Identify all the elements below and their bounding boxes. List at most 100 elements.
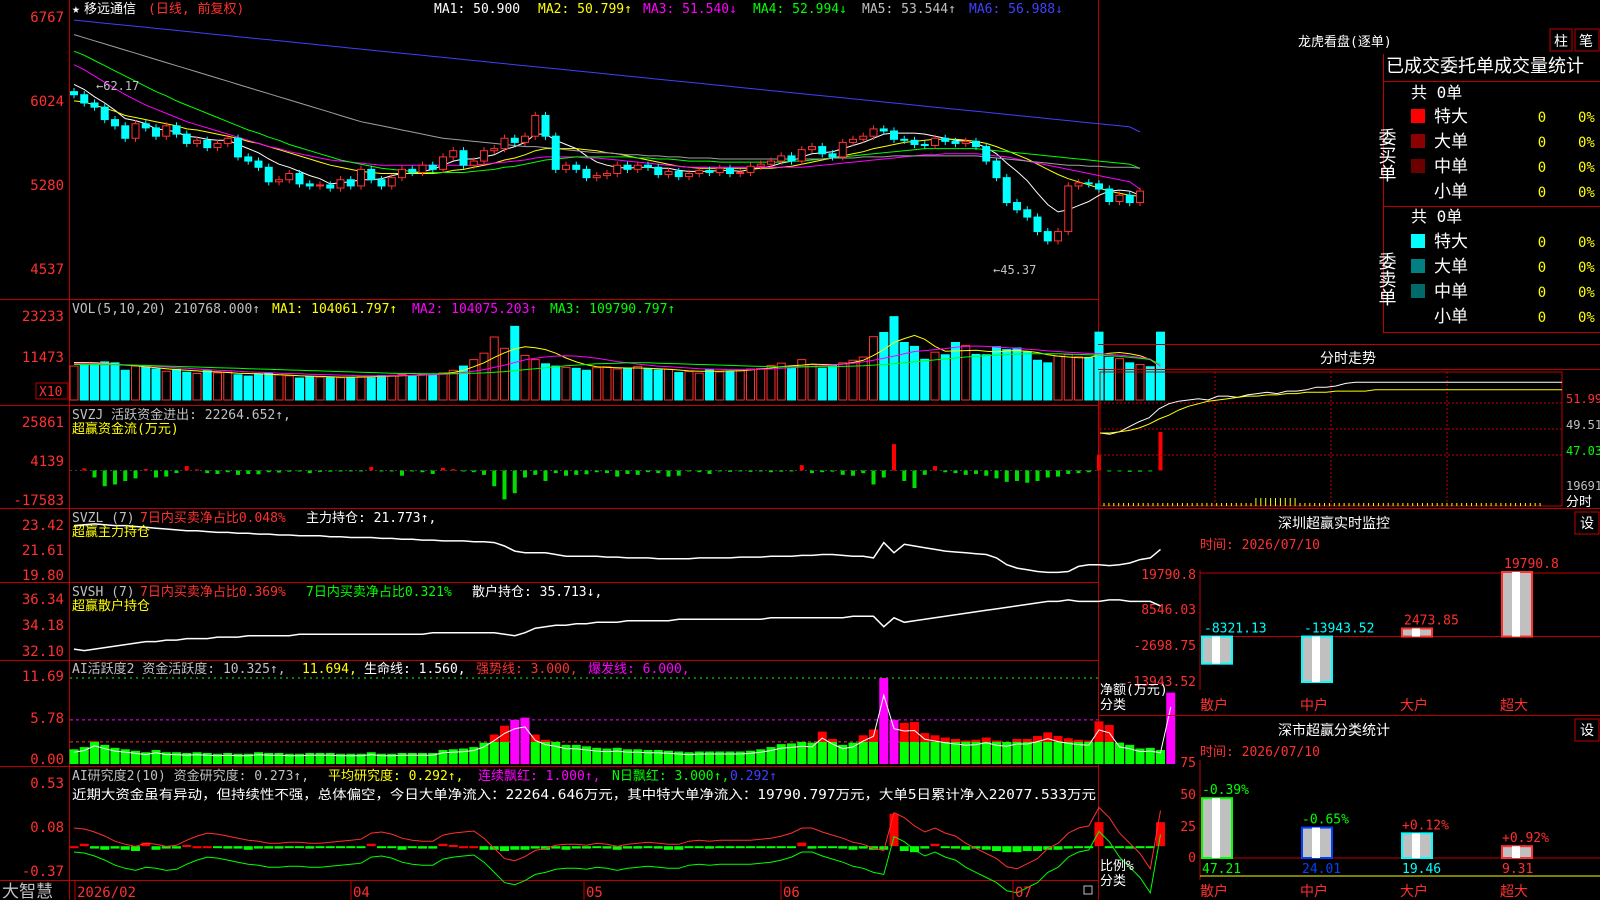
candle-up — [521, 135, 529, 143]
activity-bar — [346, 753, 356, 764]
svzj-tick: 25861 — [22, 415, 64, 431]
order-count: 0 — [1538, 160, 1546, 176]
candle-down — [459, 150, 468, 166]
ma-legend-ma3: MA3: 51.540↓ — [643, 2, 737, 17]
activity-bar — [694, 751, 704, 764]
flow-bar — [974, 470, 978, 474]
svzj-subtitle: 超赢资金流(万元) — [72, 421, 179, 437]
research-bar — [90, 846, 99, 849]
order-pct: 0% — [1578, 135, 1595, 151]
flow-bar — [266, 470, 271, 473]
stock-chart-canvas[interactable]: -8321.13散户-13943.52中户2473.85大户19790.8超大 … — [0, 0, 1600, 900]
research-bar — [315, 846, 325, 849]
candle-down — [1023, 209, 1032, 218]
chart-mode[interactable]: (日线, 前复权) — [148, 1, 244, 17]
volume-bar — [971, 353, 981, 401]
research-bar — [1012, 846, 1022, 853]
candle-up — [808, 146, 816, 151]
lock-icon[interactable] — [1083, 885, 1093, 895]
volume-bar — [397, 373, 407, 401]
volume-bar — [131, 365, 140, 401]
activity-bar — [879, 678, 889, 764]
favorite-star-icon[interactable]: ★ — [72, 2, 80, 17]
volume-bar — [100, 361, 110, 401]
classify-category: 散户 — [1200, 883, 1228, 900]
flow-bar — [410, 470, 415, 472]
research-bar — [387, 846, 397, 849]
volume-bar — [592, 367, 602, 401]
candle-up — [756, 163, 765, 167]
ai-tick: 11.69 — [22, 669, 64, 685]
volume-bar — [110, 362, 120, 401]
low-price-note: ←45.37 — [993, 263, 1036, 277]
research-line — [73, 806, 1161, 871]
order-stats-title: 已成交委托单成交量统计 — [1386, 56, 1584, 77]
candle-down — [951, 140, 960, 144]
activity-bar — [407, 752, 417, 764]
candle-up — [418, 164, 427, 173]
brand-logo[interactable]: 大智慧 — [2, 882, 53, 900]
research-bar — [120, 846, 130, 850]
research-bar — [715, 846, 725, 849]
candle-up — [695, 169, 704, 175]
candle-up — [531, 114, 540, 137]
volume-bar — [387, 374, 397, 401]
candle-down — [377, 179, 386, 187]
candle-down — [551, 135, 560, 170]
candle-down — [367, 168, 376, 181]
research-bar — [1145, 846, 1155, 849]
flow-bar — [881, 470, 886, 478]
flow-bar — [758, 470, 763, 472]
candle-down — [787, 155, 796, 162]
candle-up — [336, 179, 345, 189]
flow-bar — [297, 470, 302, 472]
monitor-category: 中户 — [1300, 697, 1328, 714]
activity-bar-base — [1012, 741, 1022, 764]
buy-total: 共 0单 — [1411, 83, 1462, 102]
volume-bar — [766, 364, 776, 401]
research-bar — [520, 846, 530, 850]
date-tick: 05 — [586, 885, 603, 900]
flow-bar — [605, 470, 609, 474]
candle-up — [449, 150, 458, 158]
candle-down — [408, 168, 417, 173]
volume-bar — [120, 369, 130, 401]
activity-bar — [418, 752, 427, 764]
order-swatch — [1411, 284, 1425, 298]
monitor-bar-shine — [1412, 628, 1420, 637]
monitor-value-label: 19790.8 — [1504, 557, 1559, 572]
volume-bar — [940, 354, 950, 401]
ai-legend-strong: 强势线: 3.000, — [476, 661, 578, 677]
research-bar — [192, 846, 202, 849]
activity-bar-base — [1022, 741, 1032, 764]
volume-bar — [520, 354, 530, 401]
ai-legend: AI活跃度2 资金活跃度: 10.325↑, 11.694, 生命线: 1.56… — [72, 661, 690, 677]
candle-up — [285, 173, 294, 181]
intraday-unit: 分时 — [1566, 495, 1592, 510]
research-bar — [336, 846, 345, 849]
research-bar — [571, 846, 581, 849]
order-swatch — [1411, 109, 1425, 123]
ai-tick: 5.78 — [30, 711, 64, 727]
flow-bar — [1117, 470, 1122, 472]
research-bar — [930, 843, 940, 847]
candle-up — [1054, 231, 1062, 242]
research-axis: 0.53 0.08 -0.37 — [22, 776, 64, 880]
research-bar — [284, 846, 294, 849]
svsh-legend-ratio2: 7日内买卖净占比0.321% — [306, 584, 452, 600]
flow-bar — [738, 470, 743, 472]
monitor-bar-shine — [1212, 636, 1220, 664]
activity-bar — [633, 749, 643, 764]
volume-bar — [705, 369, 714, 401]
activity-bar — [776, 744, 786, 764]
svzj-legend: SVZJ 活跃资金进出: 22264.652↑, — [72, 407, 291, 423]
order-type: 大单 — [1434, 132, 1468, 152]
flow-bar — [430, 470, 435, 474]
research-bar — [254, 846, 263, 849]
svsh-subtitle: 超赢散户持仓 — [72, 598, 150, 614]
candle-up — [480, 150, 488, 162]
sell-side-label: 委卖单 — [1376, 252, 1397, 306]
candle-up — [562, 164, 570, 170]
vol-unit: X10 — [39, 385, 62, 400]
volume-bar — [356, 376, 366, 401]
